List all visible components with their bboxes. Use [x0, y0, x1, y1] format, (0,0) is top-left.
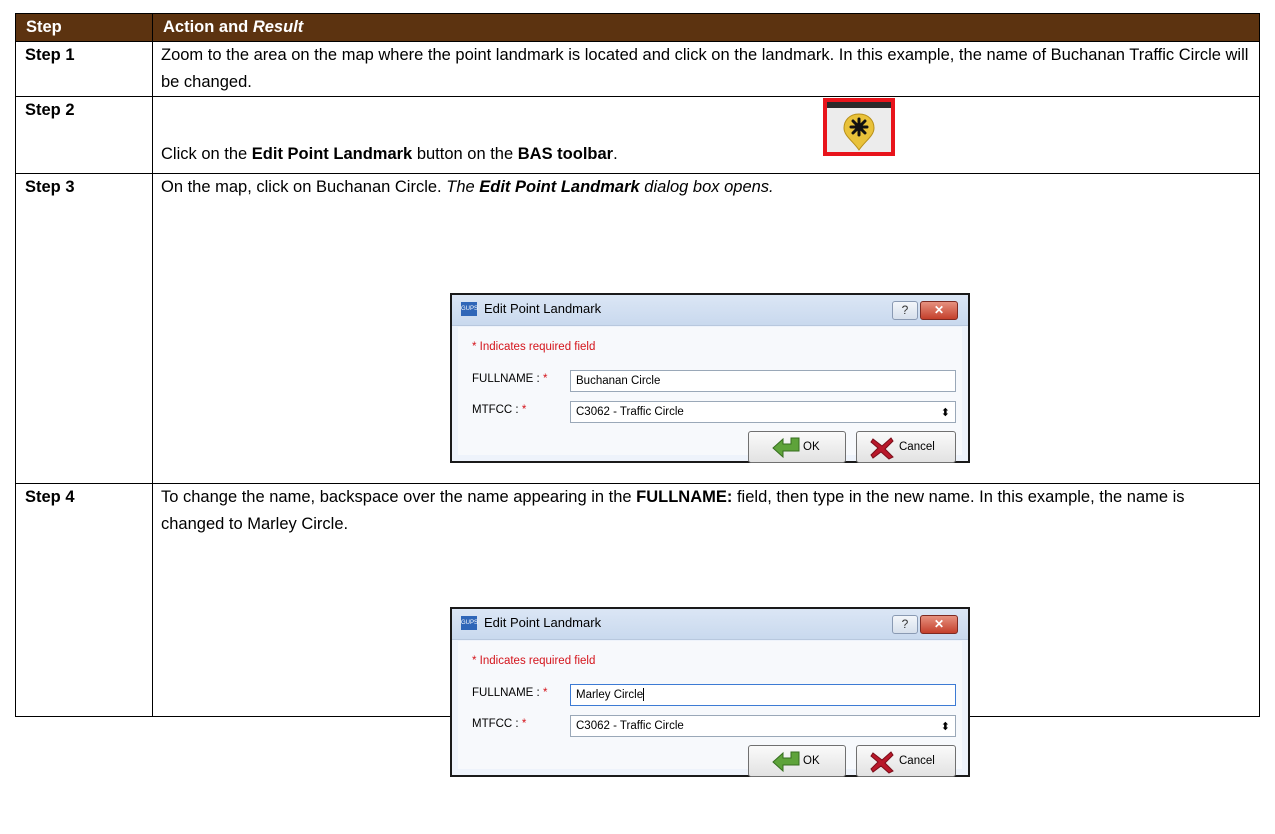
mtfcc-label: MTFCC : *	[472, 404, 527, 416]
step-content: Click on the Edit Point Landmark button …	[152, 96, 1260, 174]
ok-button[interactable]: OK	[748, 431, 846, 463]
fullname-label: FULLNAME : *	[472, 687, 548, 699]
fullname-input[interactable]: Buchanan Circle	[570, 370, 956, 392]
dialog-title: Edit Point Landmark	[484, 301, 602, 316]
close-button[interactable]: ✕	[920, 301, 958, 320]
cancel-button[interactable]: Cancel	[856, 745, 956, 777]
help-button[interactable]: ?	[892, 615, 918, 634]
edit-point-landmark-dialog: GUPS Edit Point Landmark ? ✕ * Indicates…	[450, 293, 970, 463]
red-x-icon	[870, 437, 894, 460]
dialog-body: * Indicates required field FULLNAME : * …	[458, 641, 962, 777]
dialog-titlebar: GUPS Edit Point Landmark ? ✕	[452, 609, 968, 640]
required-note: * Indicates required field	[472, 655, 596, 667]
step-label: Step 1	[15, 41, 153, 97]
dialog-body: * Indicates required field FULLNAME : * …	[458, 327, 962, 463]
close-button[interactable]: ✕	[920, 615, 958, 634]
step-label: Step 3	[15, 173, 153, 484]
step-label: Step 2	[15, 96, 153, 174]
edit-point-landmark-dialog: GUPS Edit Point Landmark ? ✕ * Indicates…	[450, 607, 970, 777]
step-text: Click on the Edit Point Landmark button …	[161, 145, 618, 163]
gups-app-icon: GUPS	[461, 616, 478, 630]
dialog-titlebar: GUPS Edit Point Landmark ? ✕	[452, 295, 968, 326]
header-row: Step Action and Result	[15, 13, 1260, 42]
cancel-button[interactable]: Cancel	[856, 431, 956, 463]
dialog-title: Edit Point Landmark	[484, 615, 602, 630]
step-row: Step 2 Click on the Edit Point Landmark …	[15, 96, 1260, 174]
fullname-input[interactable]: Marley Circle	[570, 684, 956, 706]
up-down-arrows-icon: ⬍	[940, 407, 950, 419]
green-arrow-icon	[772, 437, 800, 459]
mtfcc-label: MTFCC : *	[472, 718, 527, 730]
help-button[interactable]: ?	[892, 301, 918, 320]
required-note: * Indicates required field	[472, 341, 596, 353]
mtfcc-select[interactable]: C3062 - Traffic Circle ⬍	[570, 715, 956, 737]
step-row: Step 1 Zoom to the area on the map where…	[15, 41, 1260, 97]
step-header: Step	[15, 13, 153, 42]
up-down-arrows-icon: ⬍	[940, 721, 950, 733]
edit-point-landmark-icon	[843, 113, 875, 151]
step-text: Zoom to the area on the map where the po…	[152, 41, 1260, 97]
action-header: Action and Result	[152, 13, 1260, 42]
red-x-icon	[870, 751, 894, 774]
green-arrow-icon	[772, 751, 800, 773]
mtfcc-select[interactable]: C3062 - Traffic Circle ⬍	[570, 401, 956, 423]
ok-button[interactable]: OK	[748, 745, 846, 777]
step-label: Step 4	[15, 483, 153, 717]
text-caret	[643, 688, 645, 702]
gups-app-icon: GUPS	[461, 302, 478, 316]
edit-point-landmark-button[interactable]	[823, 98, 895, 156]
fullname-label: FULLNAME : *	[472, 373, 548, 385]
